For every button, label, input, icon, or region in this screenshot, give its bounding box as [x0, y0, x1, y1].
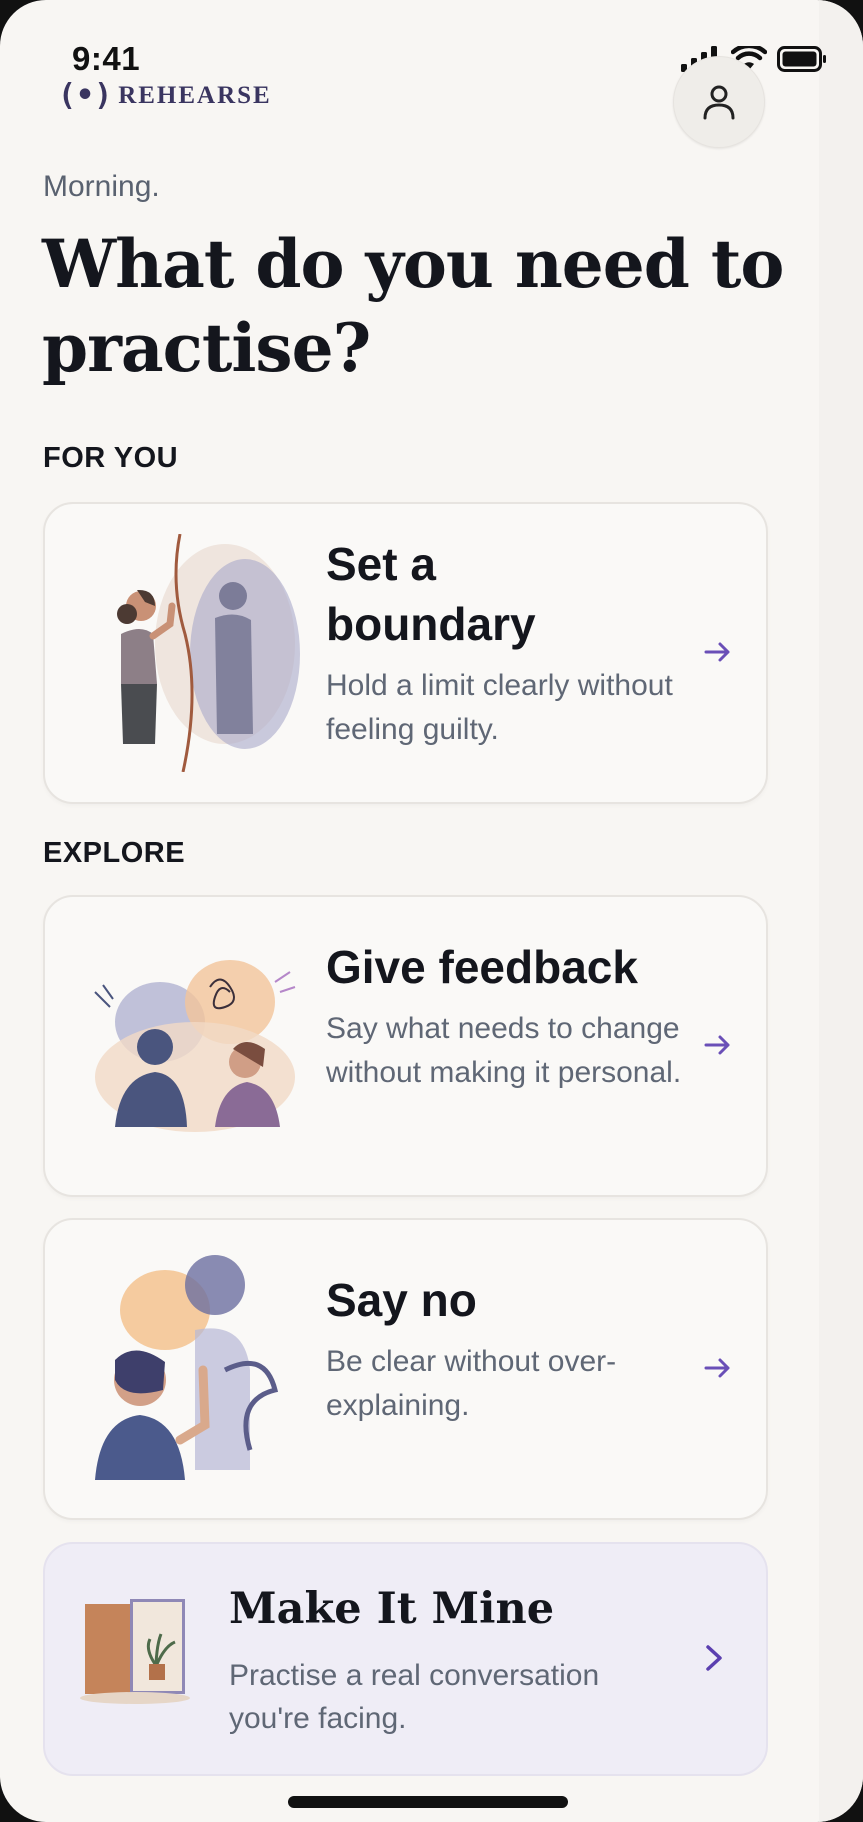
make-it-mine-description: Practise a real conversation you're faci… [229, 1659, 600, 1735]
feedback-illustration [94, 960, 296, 1132]
battery-icon [777, 46, 826, 72]
card-description: Say what needs to change without making … [326, 1012, 682, 1089]
card-title: Say no [326, 1274, 477, 1326]
arrow-right-icon [704, 1035, 730, 1055]
section-label-for-you: FOR YOU [43, 442, 179, 474]
status-time: 9:41 [72, 40, 141, 77]
card-set-boundary[interactable]: Set a boundary Hold a limit clearly with… [43, 502, 768, 804]
card-give-feedback[interactable]: Give feedback Say what needs to change w… [43, 895, 768, 1197]
profile-button[interactable] [673, 56, 765, 148]
page-title: What do you need to practise? [42, 225, 784, 387]
card-say-no[interactable]: Say no Be clear without over-explaining. [43, 1218, 768, 1520]
card-description: Hold a limit clearly without feeling gui… [326, 669, 673, 746]
logo-mark: (•) [58, 78, 113, 113]
brand-logo: (•) REHEARSE [58, 78, 272, 113]
frame-edge [819, 0, 863, 1822]
app-screen: 9:41 (•) REHEARSE Morning. What do you n… [0, 0, 863, 1822]
boundary-illustration [117, 534, 300, 772]
card-title: Give feedback [326, 941, 638, 993]
arrow-right-icon [704, 1358, 730, 1378]
card-title: Set a boundary [326, 538, 536, 650]
section-label-explore: EXPLORE [43, 837, 186, 869]
logo-text: REHEARSE [118, 81, 272, 109]
arrow-right-icon [704, 642, 730, 662]
say-no-illustration [95, 1255, 279, 1480]
home-indicator[interactable] [288, 1796, 568, 1808]
card-description: Be clear without over-explaining. [326, 1345, 617, 1422]
chevron-right-icon [706, 1645, 722, 1671]
make-it-mine-title: Make It Mine [229, 1584, 555, 1634]
profile-icon [703, 85, 735, 120]
greeting: Morning. [43, 170, 160, 203]
door-illustration [80, 1599, 190, 1704]
make-it-mine-card[interactable]: Make It Mine Practise a real conversatio… [43, 1542, 768, 1776]
